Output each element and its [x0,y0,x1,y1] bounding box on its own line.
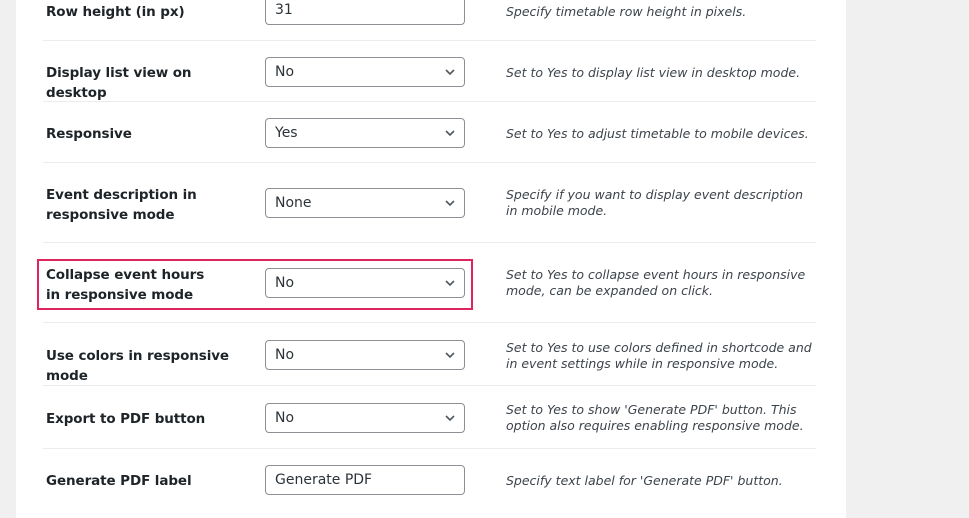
setting-description: Specify text label for 'Generate PDF' bu… [506,473,783,488]
setting-label: Display list view on desktop [46,65,192,101]
chevron-down-icon [445,280,455,287]
chevron-down-icon [445,69,455,76]
setting-row-responsive: Responsive Yes Set to Yes to adjust time… [43,102,816,163]
responsive-select[interactable]: Yes [265,118,465,148]
setting-row-list-view-desktop: Display list view on desktop No Set to Y… [43,41,816,102]
setting-description: Specify timetable row height in pixels. [506,4,747,19]
setting-row-generate-pdf-label: Generate PDF label Generate PDF Specify … [43,449,816,518]
chevron-down-icon [445,415,455,422]
chevron-down-icon [445,130,455,137]
use-colors-responsive-select[interactable]: No [265,340,465,370]
export-pdf-select[interactable]: No [265,403,465,433]
setting-description: Set to Yes to collapse event hours in re… [506,267,806,298]
setting-label: Export to PDF button [46,411,206,427]
generate-pdf-label-input[interactable]: Generate PDF [265,465,465,495]
list-view-desktop-select[interactable]: No [265,57,465,87]
collapse-event-hours-select[interactable]: No [265,268,465,298]
setting-label: Collapse event hours in responsive mode [46,267,205,303]
select-value: No [275,275,295,291]
select-value: None [275,195,312,211]
setting-label: Event description in responsive mode [46,187,197,223]
setting-row-event-description-responsive: Event description in responsive mode Non… [43,163,816,243]
select-value: Yes [275,125,298,141]
setting-row-collapse-event-hours: Collapse event hours in responsive mode … [43,243,816,323]
setting-description: Set to Yes to display list view in deskt… [506,65,801,80]
chevron-down-icon [445,352,455,359]
chevron-down-icon [445,200,455,207]
event-description-responsive-select[interactable]: None [265,188,465,218]
select-value: No [275,347,295,363]
setting-description: Set to Yes to show 'Generate PDF' button… [506,402,804,433]
select-value: No [275,410,295,426]
settings-panel: Row height (in px) 31 Specify timetable … [16,0,846,518]
setting-row-export-pdf: Export to PDF button No Set to Yes to sh… [43,386,816,449]
setting-description: Set to Yes to use colors defined in shor… [506,340,812,371]
setting-label: Generate PDF label [46,473,192,489]
setting-description: Specify if you want to display event des… [506,187,804,218]
setting-description: Set to Yes to adjust timetable to mobile… [506,126,809,141]
setting-label: Use colors in responsive mode [46,348,229,384]
setting-row-use-colors-responsive: Use colors in responsive mode No Set to … [43,323,816,386]
setting-row-row-height: Row height (in px) 31 Specify timetable … [43,0,816,41]
select-value: No [275,64,295,80]
setting-label: Row height (in px) [46,4,185,20]
setting-label: Responsive [46,126,132,142]
row-height-input[interactable]: 31 [265,0,465,25]
